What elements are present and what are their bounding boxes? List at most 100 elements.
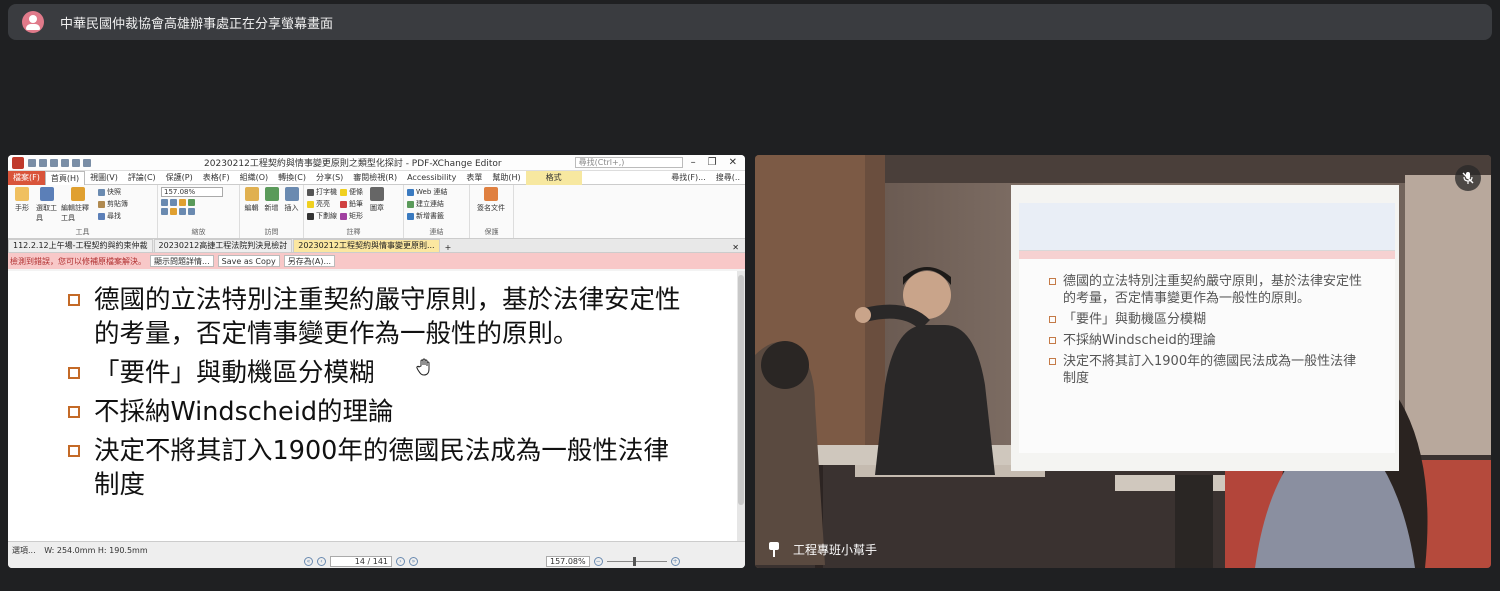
projector-screen: 德國的立法特別注重契約嚴守原則，基於法律安定性的考量，否定情事變更作為一般性的原… [1011,185,1399,471]
vertical-scrollbar[interactable] [737,271,745,541]
menu-share[interactable]: 分享(S) [311,171,348,185]
document-tab-active[interactable]: 20230212工程契約與情事變更原則... [293,239,440,252]
find-input[interactable]: 尋找(Ctrl+,) [574,157,683,168]
options-button[interactable]: 選項... [12,546,36,555]
first-page-icon[interactable]: « [304,557,313,566]
sign-document-button[interactable]: 簽名文件 [473,187,509,228]
add-icon [264,187,279,201]
underline-icon [307,212,314,220]
menu-home[interactable]: 首頁(H) [44,170,86,185]
document-tab[interactable]: 20230212高捷工程法院判決見檢討 [153,239,293,252]
menu-find[interactable]: 尋找(F)... [666,171,710,185]
add-button[interactable]: 新增 [263,187,280,228]
menu-review[interactable]: 審閱檢視(R) [348,171,402,185]
zoom-status[interactable]: 157.08% [546,556,590,567]
menu-convert[interactable]: 轉換(C) [273,171,311,185]
pencil-button[interactable]: 鉛筆 [340,199,363,209]
document-view[interactable]: 德國的立法特別注重契約嚴守原則，基於法律安定性的考量，否定情事變更作為一般性的原… [8,271,745,541]
link-icon [407,200,414,208]
save-as-copy-button[interactable]: Save as Copy [217,255,280,267]
add-bookmark-button[interactable]: 新增書籤 [407,211,448,221]
bookmark-icon [407,212,414,220]
menu-forms[interactable]: 表單 [461,171,487,185]
share-banner: 中華民國仲裁協會高雄辦事處正在分享螢幕畫面 [8,4,1492,40]
restore-icon[interactable]: ❐ [708,157,717,168]
menu-help[interactable]: 幫助(H) [487,171,525,185]
document-tab[interactable]: 112.2.12上午場-工程契約與約束仲裁 [8,239,153,252]
new-tab-icon[interactable]: + [441,243,456,252]
sticky-note-button[interactable]: 便條 [340,187,363,197]
signature-icon [484,187,498,201]
mic-off-icon[interactable] [1455,165,1481,191]
save-as-button[interactable]: 另存為(A)... [283,255,336,267]
edit-annotation-button[interactable]: 編輯註釋工具 [61,187,95,228]
projected-bullet: 「要件」與動機區分模糊 [1049,311,1369,328]
zoom-select[interactable]: 157.08% [161,187,223,197]
menu-accessibility[interactable]: Accessibility [402,171,461,185]
typewriter-button[interactable]: 打字機 [307,187,337,197]
zoom-slider[interactable] [606,557,667,566]
show-issue-button[interactable]: 顯示問題詳情... [150,255,214,267]
menu-bar: 檔案(F) 首頁(H) 視圖(V) 評論(C) 保護(P) 表格(F) 組織(O… [8,170,745,185]
stamp-button[interactable]: 圖章 [366,187,388,228]
projected-bullet-list: 德國的立法特別注重契約嚴守原則，基於法律安定性的考量，否定情事變更作為一般性的原… [1049,273,1369,391]
square-bullet-icon [68,367,80,379]
menu-file[interactable]: 檔案(F) [8,170,45,185]
insert-button[interactable]: 插入 [283,187,300,228]
underline-button[interactable]: 下劃線 [307,211,337,221]
document-tabs: 112.2.12上午場-工程契約與約束仲裁 20230212高捷工程法院判決見檢… [8,239,745,253]
pdf-app-icon [12,156,24,169]
next-page-icon[interactable]: › [396,557,405,566]
clipboard-button[interactable]: 剪貼簿 [98,199,128,209]
zoom-out-icon[interactable]: − [593,557,603,566]
slide-bullet: 不採納Windscheid的理論 [66,395,686,429]
notification-bar: 檢測到錯誤，您可以修補原檔案解決。 顯示問題詳情... Save as Copy… [8,253,745,269]
edit-button[interactable]: 編輯 [243,187,260,228]
window-title: 20230212工程契約與情事變更原則之類型化探討 - PDF-XChange … [204,159,502,169]
minimize-icon[interactable]: – [691,157,696,168]
quick-access-toolbar[interactable] [28,158,91,167]
close-tab-icon[interactable]: ✕ [732,243,745,252]
projected-bullet: 決定不將其訂入1900年的德國民法成為一般性法律制度 [1049,353,1369,387]
menu-protect[interactable]: 保護(P) [161,171,198,185]
participant-name-label: 工程專班小幫手 [767,541,877,558]
menu-comment[interactable]: 評論(C) [123,171,161,185]
page-number-input[interactable]: 14 / 141 [330,556,392,567]
highlight-button[interactable]: 亮亮 [307,199,337,209]
last-page-icon[interactable]: » [409,557,418,566]
snapshot-button[interactable]: 快照 [98,187,128,197]
close-icon[interactable]: ✕ [729,157,737,168]
participant-name: 工程專班小幫手 [793,543,878,557]
slide-bullet-list: 德國的立法特別注重契約嚴守原則，基於法律安定性的考量，否定情事變更作為一般性的原… [66,283,686,507]
cursor-icon [40,187,54,201]
shared-screen-tile[interactable]: 20230212工程契約與情事變更原則之類型化探討 - PDF-XChange … [8,155,745,568]
menu-format[interactable]: 格式 [525,170,582,185]
square-bullet-icon [68,445,80,457]
edit-icon [244,187,259,201]
window-titlebar: 20230212工程契約與情事變更原則之類型化探討 - PDF-XChange … [8,155,745,171]
create-link-button[interactable]: 建立連結 [407,199,448,209]
page-dimensions: W: 254.0mm H: 190.5mm [44,546,148,555]
menu-view[interactable]: 視圖(V) [85,171,123,185]
find-button[interactable]: 尋找 [98,211,128,221]
pencil-icon [340,200,347,208]
select-text-button[interactable]: 選取工具 [36,187,58,228]
menu-form[interactable]: 表格(F) [198,171,235,185]
insert-icon [284,187,299,201]
pin-icon[interactable] [767,541,781,558]
camera-video-tile[interactable]: 德國的立法特別注重契約嚴守原則，基於法律安定性的考量，否定情事變更作為一般性的原… [755,155,1491,568]
web-link-button[interactable]: Web 連結 [407,187,448,197]
prev-page-icon[interactable]: ‹ [317,557,326,566]
ribbon-group-zoom: 157.08% 縮放 [158,185,240,238]
avatar-icon [22,11,44,33]
hand-cursor-icon [416,358,430,376]
rectangle-button[interactable]: 矩形 [340,211,363,221]
camera-icon [98,188,105,196]
ribbon-group-links: Web 連結 建立連結 新增書籤 連結 [404,185,470,238]
menu-search[interactable]: 搜尋(.. [711,171,745,185]
rectangle-icon [340,212,347,220]
menu-organize[interactable]: 組織(O) [235,171,274,185]
hand-tool-button[interactable]: 手形 [11,187,33,228]
zoom-in-icon[interactable]: + [670,557,680,566]
square-bullet-icon [68,406,80,418]
